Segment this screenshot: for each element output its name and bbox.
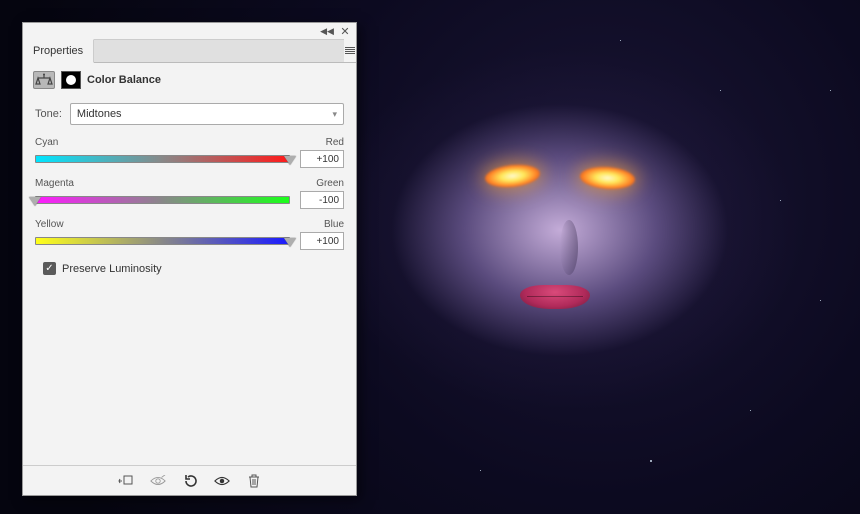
- clip-to-layer-icon[interactable]: [118, 473, 134, 489]
- slider-left-label: Yellow: [35, 219, 64, 230]
- slider-value-mg[interactable]: -100: [300, 191, 344, 209]
- tone-label: Tone:: [35, 108, 62, 120]
- slider-cyan-red: Cyan Red +100: [35, 137, 344, 168]
- slider-right-label: Green: [316, 178, 344, 189]
- tab-bar-fill: [94, 39, 344, 62]
- slider-thumb[interactable]: [284, 156, 296, 165]
- collapse-icon[interactable]: ◀◀: [322, 26, 332, 36]
- tab-bar: Properties: [23, 39, 356, 63]
- preserve-luminosity-label: Preserve Luminosity: [62, 263, 162, 275]
- slider-left-label: Magenta: [35, 178, 74, 189]
- view-previous-icon[interactable]: [150, 473, 166, 489]
- visibility-icon[interactable]: [214, 473, 230, 489]
- close-icon[interactable]: ✕: [340, 26, 350, 36]
- preserve-luminosity-checkbox[interactable]: ✓: [43, 262, 56, 275]
- slider-magenta-green: Magenta Green -100: [35, 178, 344, 209]
- panel-menu-icon[interactable]: [344, 46, 356, 56]
- tone-select-value: Midtones: [77, 108, 122, 120]
- slider-track-yb[interactable]: [35, 234, 290, 248]
- panel-footer: [23, 465, 356, 495]
- trash-icon[interactable]: [246, 473, 262, 489]
- slider-track-cr[interactable]: [35, 152, 290, 166]
- reset-icon[interactable]: [182, 473, 198, 489]
- slider-value-cr[interactable]: +100: [300, 150, 344, 168]
- slider-thumb[interactable]: [29, 197, 41, 206]
- panel-header: ◀◀ ✕: [23, 23, 356, 39]
- tone-select[interactable]: Midtones ▾: [70, 103, 344, 125]
- adjustment-title: Color Balance: [87, 74, 161, 86]
- chevron-down-icon: ▾: [332, 109, 337, 120]
- slider-right-label: Blue: [324, 219, 344, 230]
- layer-mask-icon[interactable]: [61, 71, 81, 89]
- balance-icon: [33, 71, 55, 89]
- slider-track-mg[interactable]: [35, 193, 290, 207]
- slider-left-label: Cyan: [35, 137, 58, 148]
- slider-yellow-blue: Yellow Blue +100: [35, 219, 344, 250]
- adjustment-header: Color Balance: [23, 63, 356, 97]
- slider-right-label: Red: [326, 137, 344, 148]
- panel-body: Tone: Midtones ▾ Cyan Red +100 Magenta: [23, 97, 356, 465]
- properties-panel: ◀◀ ✕ Properties Color Balance Tone: Midt…: [22, 22, 357, 496]
- slider-thumb[interactable]: [284, 238, 296, 247]
- tab-properties[interactable]: Properties: [23, 39, 94, 63]
- slider-value-yb[interactable]: +100: [300, 232, 344, 250]
